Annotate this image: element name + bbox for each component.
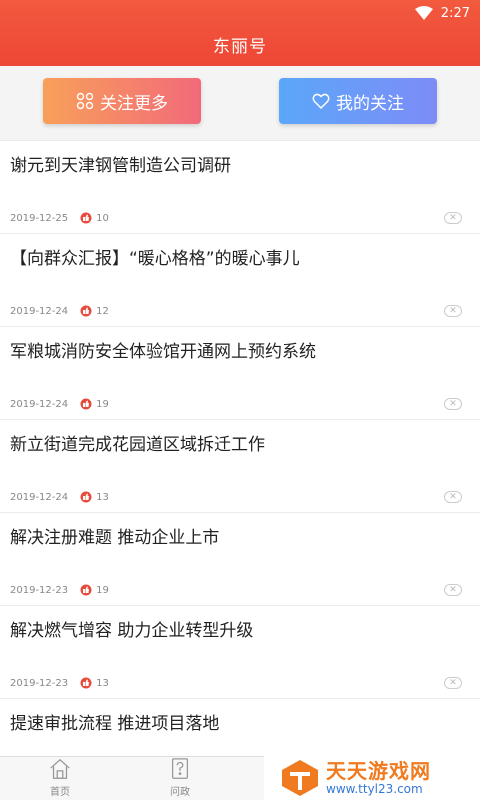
my-follows-button[interactable]: 我的关注	[279, 78, 437, 124]
article-title: 解决燃气增容 助力企业转型升级	[10, 621, 254, 641]
dismiss-icon[interactable]: ✕	[444, 677, 462, 689]
article-meta: 2019-12-23 13	[10, 676, 109, 690]
article-list: 谢元到天津钢管制造公司调研 2019-12-25 10 ✕ 【向群众汇报】“暖心…	[0, 140, 480, 756]
thumbs-up-icon	[80, 398, 92, 410]
list-item[interactable]: 解决燃气增容 助力企业转型升级 2019-12-23 13 ✕	[0, 605, 480, 698]
article-likes: 12	[96, 305, 109, 317]
follow-more-button[interactable]: 关注更多	[43, 78, 201, 124]
list-item[interactable]: 新立街道完成花园道区域拆迁工作 2019-12-24 13 ✕	[0, 419, 480, 512]
article-date: 2019-12-23	[10, 677, 69, 689]
article-likes: 19	[96, 584, 109, 596]
list-item[interactable]: 提速审批流程 推进项目落地	[0, 698, 480, 756]
page-title: 东丽号	[213, 37, 267, 57]
article-title: 解决注册难题 推动企业上市	[10, 528, 220, 548]
article-date: 2019-12-24	[10, 398, 69, 410]
article-likes: 13	[96, 491, 109, 503]
dismiss-icon[interactable]: ✕	[444, 212, 462, 224]
home-icon	[50, 758, 70, 779]
list-item[interactable]: 解决注册难题 推动企业上市 2019-12-23 19 ✕	[0, 512, 480, 605]
article-title: 提速审批流程 推进项目落地	[10, 714, 220, 734]
article-title: 军粮城消防安全体验馆开通网上预约系统	[10, 342, 316, 362]
wifi-icon	[414, 6, 433, 20]
app-header: 2:27 东丽号	[0, 0, 480, 66]
article-date: 2019-12-25	[10, 212, 69, 224]
thumbs-up-icon	[80, 212, 92, 224]
dismiss-icon[interactable]: ✕	[444, 305, 462, 317]
dismiss-icon[interactable]: ✕	[444, 398, 462, 410]
article-meta: 2019-12-25 10	[10, 211, 109, 225]
tab-inquiry-label: 问政	[170, 787, 190, 798]
dismiss-icon[interactable]: ✕	[444, 491, 462, 503]
list-item[interactable]: 军粮城消防安全体验馆开通网上预约系统 2019-12-24 19 ✕	[0, 326, 480, 419]
article-title: 新立街道完成花园道区域拆迁工作	[10, 435, 265, 455]
thumbs-up-icon	[80, 491, 92, 503]
article-meta: 2019-12-24 19	[10, 397, 109, 411]
question-doc-icon	[171, 758, 189, 779]
grid-icon	[76, 92, 94, 110]
site-watermark: 天天游戏网 www.ttyl23.com	[264, 756, 480, 800]
article-likes: 19	[96, 398, 109, 410]
article-title: 谢元到天津钢管制造公司调研	[10, 156, 231, 176]
list-item[interactable]: 谢元到天津钢管制造公司调研 2019-12-25 10 ✕	[0, 140, 480, 233]
tab-home[interactable]: 首页	[0, 757, 120, 800]
action-bar: 关注更多 我的关注	[0, 66, 480, 140]
tab-inquiry[interactable]: 问政	[120, 757, 240, 800]
watermark-url: www.ttyl23.com	[326, 782, 423, 796]
article-meta: 2019-12-24 12	[10, 304, 109, 318]
thumbs-up-icon	[80, 677, 92, 689]
list-item[interactable]: 【向群众汇报】“暖心格格”的暖心事儿 2019-12-24 12 ✕	[0, 233, 480, 326]
heart-icon	[312, 93, 330, 110]
article-date: 2019-12-24	[10, 305, 69, 317]
my-follows-label: 我的关注	[336, 93, 404, 114]
status-bar: 2:27	[414, 4, 470, 22]
article-likes: 13	[96, 677, 109, 689]
article-likes: 10	[96, 212, 109, 224]
thumbs-up-icon	[80, 584, 92, 596]
dismiss-icon[interactable]: ✕	[444, 584, 462, 596]
article-title: 【向群众汇报】“暖心格格”的暖心事儿	[10, 249, 300, 269]
bottom-tab-bar: 首页 问政	[0, 756, 264, 800]
tab-home-label: 首页	[50, 787, 70, 798]
watermark-name: 天天游戏网	[326, 759, 431, 783]
thumbs-up-icon	[80, 305, 92, 317]
watermark-logo-icon	[282, 760, 318, 796]
article-date: 2019-12-24	[10, 491, 69, 503]
article-date: 2019-12-23	[10, 584, 69, 596]
article-meta: 2019-12-23 19	[10, 583, 109, 597]
status-time: 2:27	[440, 5, 470, 21]
article-meta: 2019-12-24 13	[10, 490, 109, 504]
follow-more-label: 关注更多	[100, 93, 168, 114]
